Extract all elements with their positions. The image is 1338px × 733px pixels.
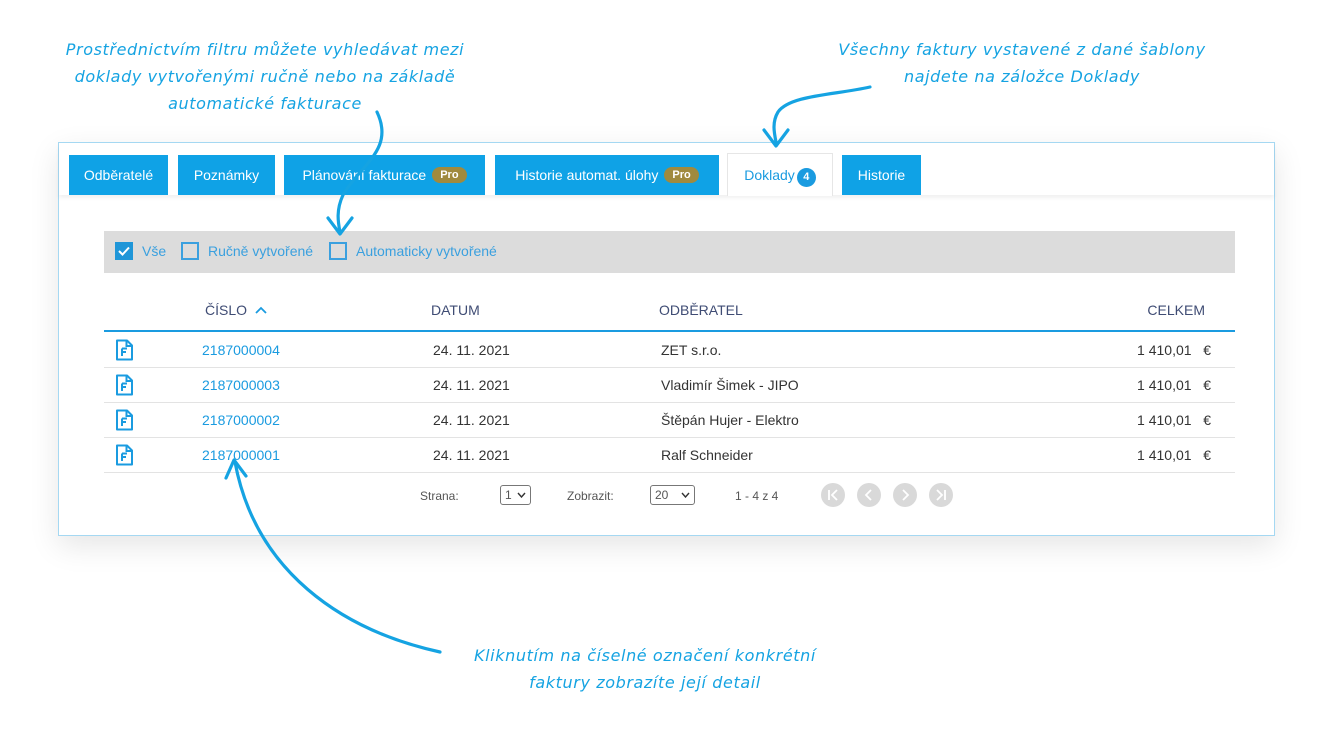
annotation-tab-note: Všechny faktury vystavené z dané šablony… (838, 40, 1206, 86)
currency: € (1203, 412, 1211, 428)
currency: € (1203, 342, 1211, 358)
invoice-total: 1 410,01 € (1137, 447, 1211, 463)
next-page-icon (902, 489, 910, 501)
chevron-up-icon (255, 306, 267, 314)
pro-badge: Pro (664, 167, 699, 183)
filter-all[interactable]: Vše (115, 242, 166, 260)
invoice-date: 24. 11. 2021 (433, 447, 510, 463)
invoice-date: 24. 11. 2021 (433, 342, 510, 358)
invoice-customer: Vladimír Šimek - JIPO (661, 377, 799, 393)
table-row: 2187000004 24. 11. 2021 ZET s.r.o. 1 410… (104, 332, 1235, 368)
filter-label: Ručně vytvořené (208, 243, 314, 259)
page-label: Strana: (420, 489, 459, 503)
documents-count-badge: 4 (796, 167, 816, 187)
filter-label: Vše (142, 243, 167, 259)
tab-history[interactable]: Historie (842, 155, 921, 195)
invoice-date: 24. 11. 2021 (433, 412, 510, 428)
total-amount: 1 410,01 (1137, 377, 1192, 393)
column-total-header[interactable]: CELKEM (1147, 302, 1205, 318)
invoice-date: 24. 11. 2021 (433, 377, 510, 393)
filter-bar: Vše Ručně vytvořené Automaticky vytvořen… (104, 231, 1235, 273)
invoice-number-link[interactable]: 2187000002 (202, 412, 280, 428)
tab-bar: Odběratelé Poznámky Plánování fakturace … (59, 143, 1274, 196)
checkbox-checked-icon[interactable] (115, 242, 133, 260)
invoice-number-link[interactable]: 2187000004 (202, 342, 280, 358)
page-size-value: 20 (655, 488, 669, 502)
invoice-file-icon[interactable] (114, 374, 134, 396)
prev-page-button[interactable] (857, 483, 881, 507)
tab-notes[interactable]: Poznámky (178, 155, 275, 195)
tab-customers[interactable]: Odběratelé (69, 155, 168, 195)
table-row: 2187000003 24. 11. 2021 Vladimír Šimek -… (104, 367, 1235, 403)
total-amount: 1 410,01 (1137, 342, 1192, 358)
checkbox-icon[interactable] (329, 242, 347, 260)
table-header: ČÍSLO DATUM ODBĚRATEL CELKEM (104, 293, 1235, 332)
tab-invoice-planning[interactable]: Plánování fakturace Pro (284, 155, 485, 195)
prev-page-icon (864, 489, 872, 501)
annotation-detail-note: Kliknutím na číselné označení konkrétní … (474, 646, 816, 692)
annotation-filter-note: Prostřednictvím filtru můžete vyhledávat… (65, 40, 465, 113)
tab-label: Plánování fakturace (302, 167, 427, 183)
invoice-number-link[interactable]: 2187000001 (202, 447, 280, 463)
column-number-header[interactable]: ČÍSLO (205, 302, 267, 318)
column-date-header[interactable]: DATUM (431, 302, 480, 318)
page-size-select[interactable]: 20 (650, 485, 695, 505)
invoice-customer: Ralf Schneider (661, 447, 753, 463)
invoice-file-icon[interactable] (114, 339, 134, 361)
invoice-customer: ZET s.r.o. (661, 342, 722, 358)
filter-label: Automaticky vytvořené (356, 243, 497, 259)
arrow-to-documents-tab (772, 85, 872, 144)
filter-manual[interactable]: Ručně vytvořené (181, 242, 313, 260)
total-amount: 1 410,01 (1137, 412, 1192, 428)
chevron-down-icon (681, 492, 690, 498)
first-page-button[interactable] (821, 483, 845, 507)
checkbox-icon[interactable] (181, 242, 199, 260)
table-row: 2187000001 24. 11. 2021 Ralf Schneider 1… (104, 437, 1235, 473)
page-select[interactable]: 1 (500, 485, 531, 505)
invoice-customer: Štěpán Hujer - Elektro (661, 412, 799, 428)
page-range: 1 - 4 z 4 (735, 489, 779, 503)
tab-label: Odběratelé (83, 167, 154, 183)
tab-label: Poznámky (193, 167, 260, 183)
show-label: Zobrazit: (567, 489, 614, 503)
tab-documents[interactable]: Doklady 4 (727, 153, 833, 196)
tab-label: Historie automat. úlohy (515, 167, 659, 183)
currency: € (1203, 377, 1211, 393)
tab-label: Doklady (744, 167, 795, 183)
last-page-button[interactable] (929, 483, 953, 507)
documents-panel: Odběratelé Poznámky Plánování fakturace … (58, 142, 1275, 536)
last-page-icon (936, 489, 946, 501)
invoice-file-icon[interactable] (114, 444, 134, 466)
tab-automation-history[interactable]: Historie automat. úlohy Pro (495, 155, 719, 195)
invoice-number-link[interactable]: 2187000003 (202, 377, 280, 393)
filter-automatic[interactable]: Automaticky vytvořené (329, 242, 497, 260)
column-label: ČÍSLO (205, 302, 248, 318)
invoice-total: 1 410,01 € (1137, 342, 1211, 358)
invoice-total: 1 410,01 € (1137, 377, 1211, 393)
total-amount: 1 410,01 (1137, 447, 1192, 463)
currency: € (1203, 447, 1211, 463)
tab-label: Historie (857, 167, 906, 183)
pagination: Strana: 1 Zobrazit: 20 1 - 4 z 4 (59, 483, 1274, 509)
column-customer-header[interactable]: ODBĚRATEL (659, 302, 743, 318)
invoice-file-icon[interactable] (114, 409, 134, 431)
chevron-down-icon (517, 492, 526, 498)
table-row: 2187000002 24. 11. 2021 Štěpán Hujer - E… (104, 402, 1235, 438)
next-page-button[interactable] (893, 483, 917, 507)
invoice-total: 1 410,01 € (1137, 412, 1211, 428)
first-page-icon (828, 489, 838, 501)
page-select-value: 1 (505, 488, 512, 502)
pro-badge: Pro (432, 167, 467, 183)
